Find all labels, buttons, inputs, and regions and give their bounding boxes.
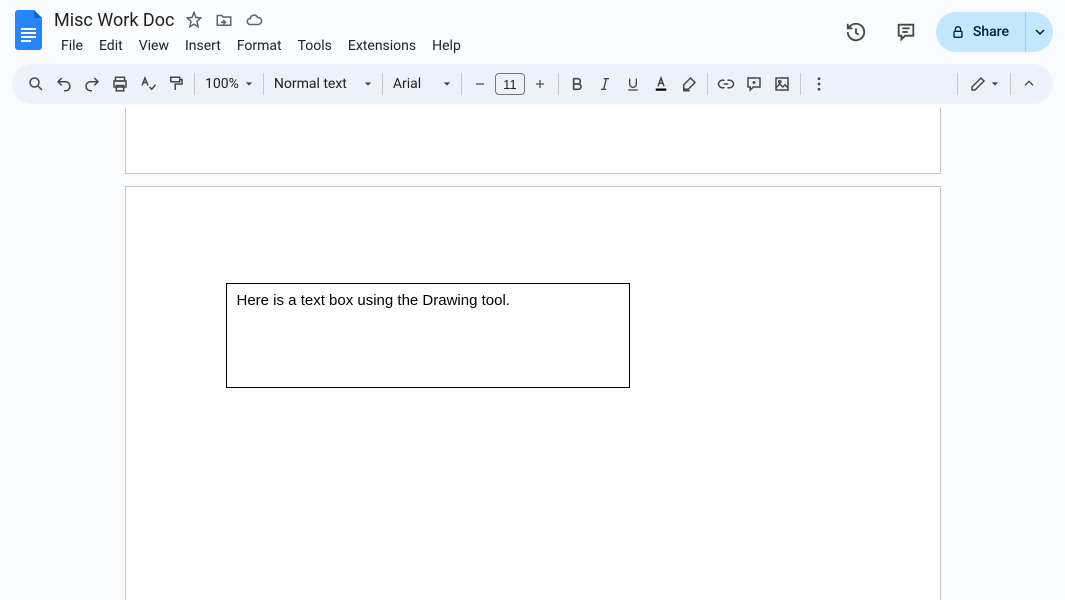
style-dropdown[interactable]: Normal text	[268, 76, 378, 92]
caret-down-icon	[1035, 27, 1045, 37]
pencil-icon	[969, 75, 987, 93]
separator	[461, 73, 462, 95]
page-2: Here is a text box using the Drawing too…	[125, 186, 941, 600]
lock-icon	[950, 24, 966, 40]
separator	[382, 73, 383, 95]
share-dropdown[interactable]	[1025, 12, 1053, 52]
menu-edit[interactable]: Edit	[92, 34, 130, 58]
separator	[263, 73, 264, 95]
caret-down-icon	[443, 80, 451, 88]
toolbar: 100% Normal text Arial	[12, 64, 1053, 104]
menu-extensions[interactable]: Extensions	[341, 34, 423, 58]
search-icon[interactable]	[22, 70, 50, 98]
star-icon[interactable]	[184, 10, 204, 30]
style-value: Normal text	[274, 76, 347, 92]
paint-format-icon[interactable]	[162, 70, 190, 98]
share-button[interactable]: Share	[936, 12, 1025, 52]
caret-down-icon	[991, 80, 999, 88]
menu-format[interactable]: Format	[230, 34, 289, 58]
separator	[194, 73, 195, 95]
insert-link-icon[interactable]	[712, 70, 740, 98]
separator	[800, 73, 801, 95]
add-comment-icon[interactable]	[740, 70, 768, 98]
drawing-textbox[interactable]: Here is a text box using the Drawing too…	[226, 283, 630, 388]
textbox-content: Here is a text box using the Drawing too…	[237, 292, 510, 309]
italic-icon[interactable]	[591, 70, 619, 98]
insert-image-icon[interactable]	[768, 70, 796, 98]
editing-mode-dropdown[interactable]	[962, 70, 1006, 98]
share-label: Share	[973, 24, 1009, 40]
history-icon[interactable]	[836, 12, 876, 52]
menu-insert[interactable]: Insert	[178, 34, 228, 58]
zoom-dropdown[interactable]: 100%	[199, 76, 259, 92]
print-icon[interactable]	[106, 70, 134, 98]
undo-icon[interactable]	[50, 70, 78, 98]
font-size-input[interactable]	[495, 73, 525, 95]
menu-help[interactable]: Help	[425, 34, 468, 58]
caret-down-icon	[245, 80, 253, 88]
docs-logo[interactable]	[12, 12, 48, 48]
more-icon[interactable]	[805, 70, 833, 98]
move-icon[interactable]	[214, 10, 234, 30]
text-color-icon[interactable]	[647, 70, 675, 98]
underline-icon[interactable]	[619, 70, 647, 98]
redo-icon[interactable]	[78, 70, 106, 98]
caret-down-icon	[364, 80, 372, 88]
menu-file[interactable]: File	[54, 34, 90, 58]
increase-font-icon[interactable]	[526, 70, 554, 98]
decrease-font-icon[interactable]	[466, 70, 494, 98]
spellcheck-icon[interactable]	[134, 70, 162, 98]
separator	[707, 73, 708, 95]
document-canvas[interactable]: Here is a text box using the Drawing too…	[0, 108, 1065, 600]
comments-icon[interactable]	[886, 12, 926, 52]
page-1-bottom	[125, 108, 941, 174]
bold-icon[interactable]	[563, 70, 591, 98]
font-value: Arial	[393, 76, 421, 92]
font-dropdown[interactable]: Arial	[387, 76, 457, 92]
menu-view[interactable]: View	[132, 34, 176, 58]
menu-bar: File Edit View Insert Format Tools Exten…	[54, 34, 836, 58]
highlight-icon[interactable]	[675, 70, 703, 98]
zoom-value: 100%	[205, 76, 239, 92]
document-title[interactable]: Misc Work Doc	[54, 10, 174, 31]
menu-tools[interactable]: Tools	[291, 34, 339, 58]
separator	[558, 73, 559, 95]
collapse-toolbar-icon[interactable]	[1015, 70, 1043, 98]
separator	[957, 73, 958, 95]
separator	[1010, 73, 1011, 95]
cloud-icon[interactable]	[244, 10, 264, 30]
